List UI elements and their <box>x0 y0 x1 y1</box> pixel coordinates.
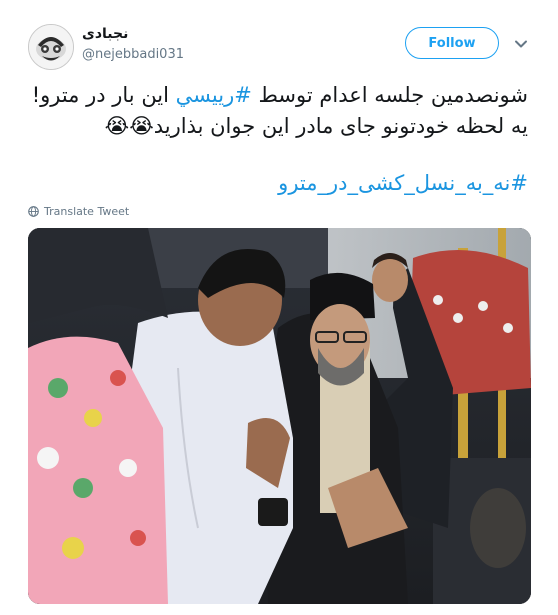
tweet-header: نجبادی @nejebbadi031 Follow <box>0 0 558 72</box>
tweet-text-part: این بار در مترو! <box>31 83 176 107</box>
avatar-image <box>29 25 73 69</box>
tweet-photo[interactable] <box>28 228 531 604</box>
hashtag-link[interactable]: #رییسي <box>176 83 252 107</box>
tweet-line-2: یه لحظه خودتونو جای مادر این جوان بذارید… <box>104 114 528 138</box>
tweet-line-1: شونصدمین جلسه اعدام توسط #رییسي این بار … <box>28 80 528 111</box>
tweet-text-part: شونصدمین جلسه اعدام توسط <box>251 83 529 107</box>
chevron-down-icon[interactable] <box>514 37 528 51</box>
avatar[interactable] <box>28 24 74 70</box>
photo-metro-image <box>28 228 531 604</box>
follow-button[interactable]: Follow <box>405 27 499 59</box>
translate-label: Translate Tweet <box>44 204 130 218</box>
hashtag-link[interactable]: #نه_به_نسل_کشی_در_مترو <box>28 171 528 195</box>
user-handle[interactable]: @nejebbadi031 <box>82 47 184 62</box>
translate-tweet-link[interactable]: Translate Tweet <box>28 203 129 219</box>
display-name[interactable]: نجبادی <box>82 26 128 42</box>
globe-icon <box>28 205 39 217</box>
tweet-text: شونصدمین جلسه اعدام توسط #رییسي این بار … <box>28 80 528 142</box>
